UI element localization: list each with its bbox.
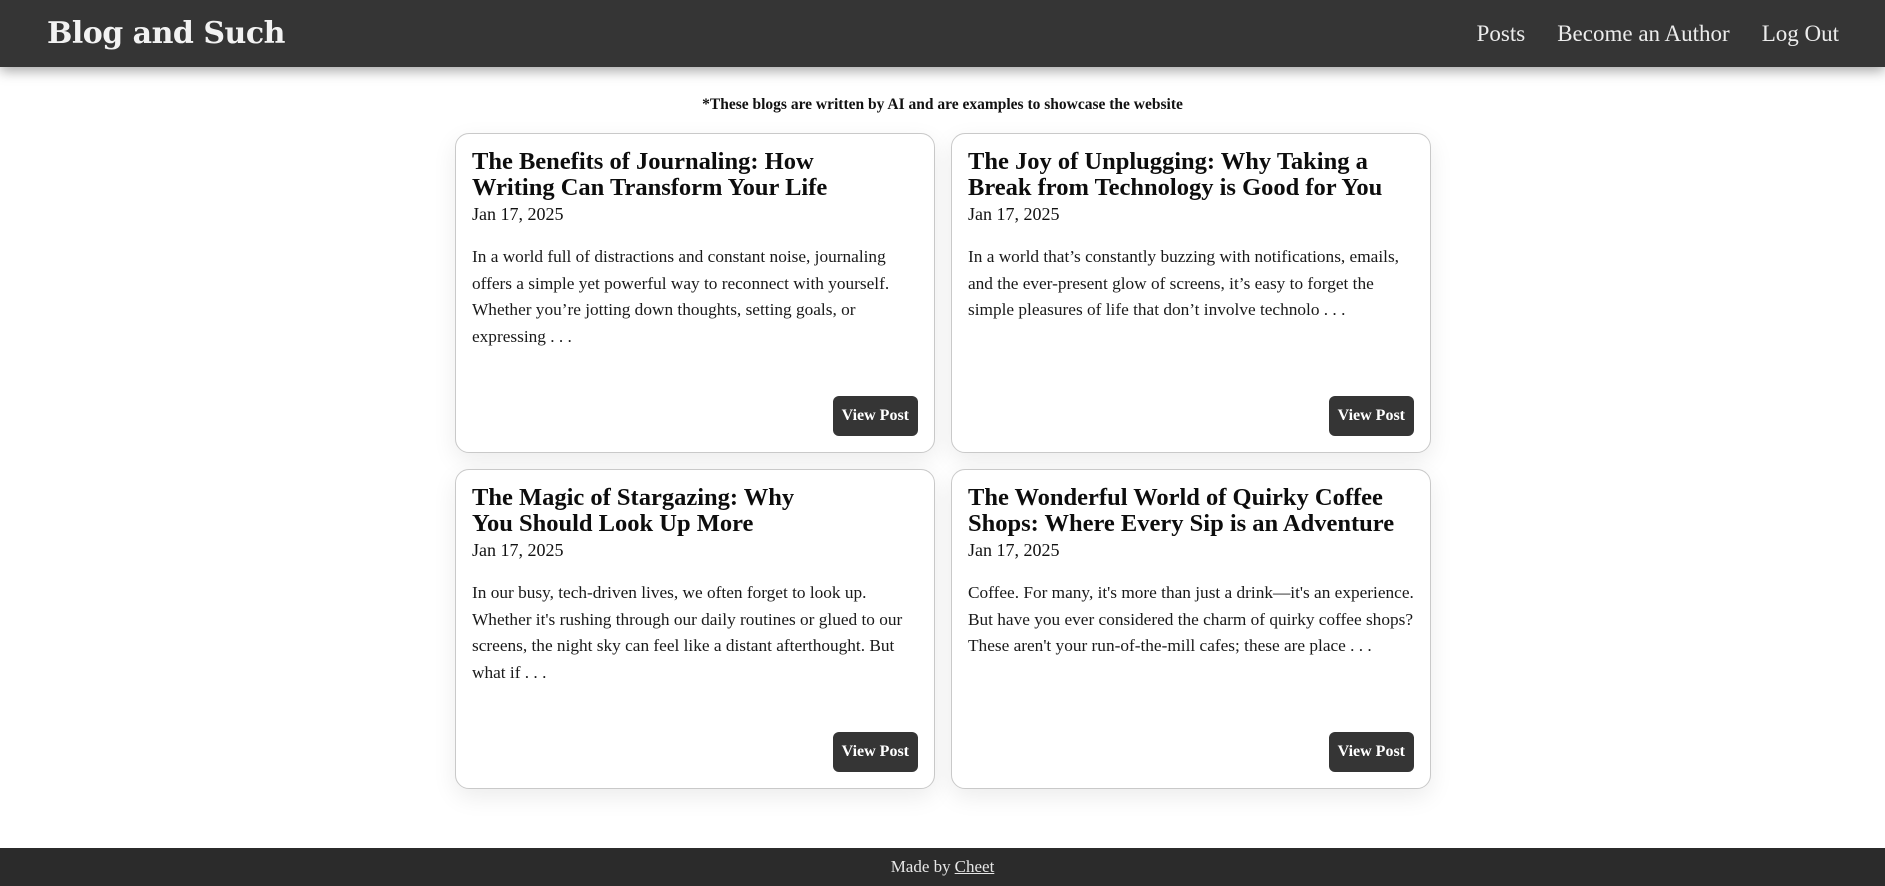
post-title: The Benefits of Journaling: How Writing … [472, 148, 828, 201]
post-excerpt: In a world that’s constantly buzzing wit… [968, 247, 1399, 319]
post-title: The Joy of Unplugging: Why Taking a Brea… [968, 148, 1383, 201]
post-title: The Magic of Stargazing: Why You Should … [472, 484, 795, 537]
post-excerpt: In a world full of distractions and cons… [472, 247, 890, 346]
post-card: The Joy of Unplugging: Why Taking a Brea… [951, 133, 1431, 453]
post-excerpt: In our busy, tech-driven lives, we often… [472, 583, 903, 682]
nav-link-log-out[interactable]: Log Out [1762, 21, 1839, 47]
footer-author-link[interactable]: Cheet [955, 857, 995, 877]
view-post-button[interactable]: View Post [1328, 732, 1414, 772]
post-date: Jan 17, 2025 [968, 540, 1060, 560]
nav-links: Posts Become an Author Log Out [1477, 21, 1839, 47]
post-excerpt: Coffee. For many, it's more than just a … [968, 583, 1414, 655]
post-date: Jan 17, 2025 [968, 204, 1060, 224]
ai-disclaimer: *These blogs are written by AI and are e… [702, 96, 1183, 113]
post-date: Jan 17, 2025 [472, 204, 564, 224]
nav-link-become-author[interactable]: Become an Author [1557, 21, 1729, 47]
view-post-button[interactable]: View Post [832, 732, 918, 772]
nav-link-posts[interactable]: Posts [1477, 21, 1526, 47]
brand-logo[interactable]: Blog and Such [47, 16, 285, 51]
post-date: Jan 17, 2025 [472, 540, 564, 560]
footer: Made by Cheet [0, 848, 1885, 886]
post-card: The Magic of Stargazing: Why You Should … [455, 469, 935, 789]
post-card: The Benefits of Journaling: How Writing … [455, 133, 935, 453]
navbar: Blog and Such Posts Become an Author Log… [0, 0, 1885, 67]
post-title: The Wonderful World of Quirky Coffee Sho… [968, 484, 1395, 537]
post-card: The Wonderful World of Quirky Coffee Sho… [951, 469, 1431, 789]
footer-text: Made by [890, 857, 951, 876]
view-post-button[interactable]: View Post [1328, 396, 1414, 436]
view-post-button[interactable]: View Post [832, 396, 918, 436]
